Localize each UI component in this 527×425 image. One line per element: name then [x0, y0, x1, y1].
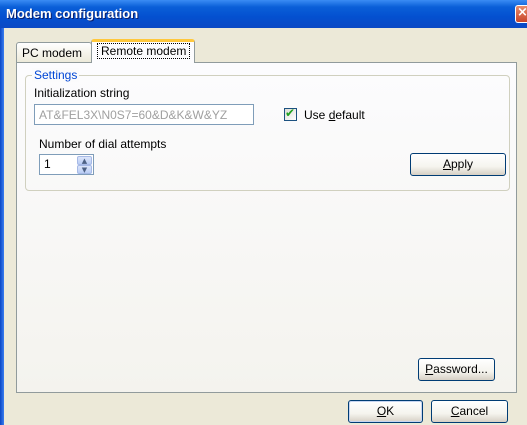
ok-button[interactable]: OK	[348, 400, 423, 423]
dialog-client-area: PC modem Remote modem Settings Initializ…	[4, 28, 527, 425]
use-default-label-pre: Use	[304, 108, 329, 122]
init-string-label: Initialization string	[34, 86, 130, 100]
use-default-checkbox[interactable]: ✔	[284, 106, 297, 121]
close-icon: ×	[517, 5, 527, 20]
spin-down-icon[interactable]: ▼	[77, 165, 92, 174]
window-title: Modem configuration	[6, 6, 139, 21]
password-rest: assword...	[433, 362, 488, 376]
settings-groupbox: Settings Initialization string AT&FEL3X\…	[25, 68, 510, 191]
cancel-rest: ancel	[459, 404, 489, 418]
tab-remote-modem-label: Remote modem	[97, 43, 191, 59]
tab-panel-remote-modem: Settings Initialization string AT&FEL3X\…	[16, 62, 517, 393]
spin-up-icon[interactable]: ▲	[77, 156, 92, 165]
title-bar[interactable]: Modem configuration ×	[0, 0, 527, 28]
apply-button[interactable]: Apply	[410, 153, 506, 176]
tab-pc-modem[interactable]: PC modem	[16, 42, 92, 63]
apply-key: A	[442, 157, 451, 171]
dial-attempts-value: 1	[44, 157, 51, 171]
cancel-button[interactable]: Cancel	[431, 400, 508, 423]
tab-pc-modem-label: PC modem	[22, 46, 83, 60]
init-string-value: AT&FEL3X\N0S7=60&D&K&W&YZ	[39, 108, 228, 122]
modem-configuration-window: Modem configuration × PC modem Remote mo…	[0, 0, 527, 425]
checkmark-icon: ✔	[285, 106, 296, 120]
settings-group-label: Settings	[32, 68, 80, 82]
close-button[interactable]: ×	[515, 5, 527, 23]
dial-attempts-spinner[interactable]: 1 ▲ ▼	[39, 154, 94, 175]
apply-rest: pply	[451, 157, 474, 171]
use-default-label[interactable]: Use default	[304, 108, 365, 122]
init-string-input[interactable]: AT&FEL3X\N0S7=60&D&K&W&YZ	[34, 104, 254, 125]
use-default-label-post: efault	[335, 108, 365, 122]
tab-remote-modem[interactable]: Remote modem	[91, 39, 195, 63]
ok-rest: K	[386, 404, 395, 418]
ok-key: O	[376, 404, 387, 418]
password-key: P	[425, 362, 434, 376]
password-button[interactable]: Password...	[418, 358, 495, 381]
dial-attempts-label: Number of dial attempts	[39, 137, 167, 151]
